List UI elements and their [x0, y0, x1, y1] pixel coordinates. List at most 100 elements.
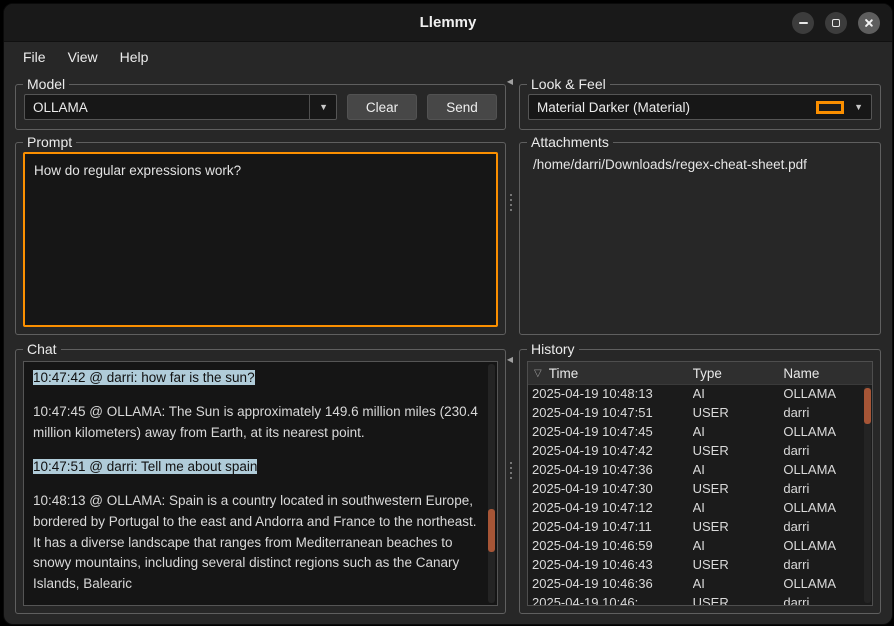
table-cell: 2025-04-19 10:47:42 — [528, 441, 693, 460]
close-button[interactable] — [858, 12, 880, 34]
table-cell: OLLAMA — [783, 422, 864, 441]
menu-item-help[interactable]: Help — [110, 45, 159, 69]
column-header-time[interactable]: ▽ Time — [528, 366, 693, 381]
history-header-row: ▽ Time Type Name — [528, 362, 872, 385]
look-and-feel-groupbox: Look & Feel Material Darker (Material) ▼ — [519, 84, 881, 130]
prompt-group-label: Prompt — [23, 134, 76, 151]
table-cell: darri — [783, 441, 864, 460]
theme-selected-value: Material Darker (Material) — [537, 100, 808, 115]
table-row[interactable]: 2025-04-19 10:46:43USERdarri — [528, 555, 864, 574]
table-cell: OLLAMA — [783, 460, 864, 479]
table-cell: USER — [693, 555, 784, 574]
close-icon — [864, 18, 874, 28]
table-cell: darri — [783, 593, 864, 605]
column-header-type[interactable]: Type — [693, 366, 784, 381]
chat-scrollbar-handle[interactable] — [488, 509, 495, 552]
chevron-down-icon: ▼ — [854, 94, 863, 120]
menu-bar: FileViewHelp — [4, 42, 892, 72]
chat-scrollbar[interactable] — [488, 364, 495, 603]
table-cell: AI — [693, 536, 784, 555]
table-cell: 2025-04-19 10:47:51 — [528, 403, 693, 422]
table-cell: USER — [693, 517, 784, 536]
main-content: Model OLLAMA ▼ Clear Send Look & Feel Ma… — [4, 72, 892, 624]
table-cell: OLLAMA — [783, 574, 864, 593]
table-cell: OLLAMA — [783, 498, 864, 517]
history-scrollbar[interactable] — [864, 386, 871, 603]
table-cell: USER — [693, 593, 784, 605]
table-cell: darri — [783, 517, 864, 536]
table-cell: OLLAMA — [783, 536, 864, 555]
chat-group-label: Chat — [23, 341, 61, 358]
chat-message: 10:47:51 @ darri: Tell me about spain — [33, 457, 481, 478]
table-row[interactable]: 2025-04-19 10:46:USERdarri — [528, 593, 864, 605]
table-cell: AI — [693, 384, 784, 403]
window-title: Llemmy — [420, 14, 477, 31]
prompt-text: How do regular expressions work? — [34, 163, 241, 178]
table-cell: 2025-04-19 10:47:11 — [528, 517, 693, 536]
table-cell: AI — [693, 460, 784, 479]
table-row[interactable]: 2025-04-19 10:46:36AIOLLAMA — [528, 574, 864, 593]
maximize-icon — [832, 19, 840, 27]
table-row[interactable]: 2025-04-19 10:48:13AIOLLAMA — [528, 384, 864, 403]
table-cell: 2025-04-19 10:47:36 — [528, 460, 693, 479]
history-scrollbar-handle[interactable] — [864, 388, 871, 424]
table-cell: darri — [783, 479, 864, 498]
menu-item-view[interactable]: View — [58, 45, 108, 69]
column-header-name[interactable]: Name — [783, 366, 864, 381]
chat-message: 10:47:42 @ darri: how far is the sun? — [33, 368, 481, 389]
prompt-groupbox: Prompt How do regular expressions work? — [15, 142, 506, 335]
splitter-collapse-arrow[interactable]: ◀ — [505, 356, 515, 364]
model-row: OLLAMA ▼ Clear Send — [24, 94, 497, 120]
send-button[interactable]: Send — [427, 94, 497, 120]
column-header-label: Time — [549, 366, 579, 381]
window-controls — [792, 12, 880, 34]
table-cell: AI — [693, 574, 784, 593]
table-row[interactable]: 2025-04-19 10:47:45AIOLLAMA — [528, 422, 864, 441]
chat-message: 10:48:13 @ OLLAMA: Spain is a country lo… — [33, 491, 481, 596]
title-bar[interactable]: Llemmy — [4, 4, 892, 42]
table-cell: OLLAMA — [783, 384, 864, 403]
splitter-collapse-arrow[interactable]: ◀ — [505, 78, 515, 86]
table-cell: USER — [693, 441, 784, 460]
attachments-list[interactable]: /home/darri/Downloads/regex-cheat-sheet.… — [527, 153, 873, 327]
table-row[interactable]: 2025-04-19 10:47:42USERdarri — [528, 441, 864, 460]
menu-item-file[interactable]: File — [13, 45, 56, 69]
table-row[interactable]: 2025-04-19 10:47:11USERdarri — [528, 517, 864, 536]
splitter-grip[interactable] — [508, 192, 514, 213]
history-groupbox: History ▽TimeTypeName 2025-04-19 10:48:1… — [519, 349, 881, 614]
app-window: Llemmy FileViewHelp Model OLLAMA ▼ Clear… — [3, 3, 893, 625]
prompt-input[interactable]: How do regular expressions work? — [23, 152, 498, 327]
table-row[interactable]: 2025-04-19 10:46:59AIOLLAMA — [528, 536, 864, 555]
model-groupbox: Model OLLAMA ▼ Clear Send — [15, 84, 506, 130]
filter-icon[interactable]: ▽ — [534, 368, 542, 379]
minimize-icon — [799, 22, 808, 24]
theme-color-swatch — [816, 101, 844, 114]
table-cell: darri — [783, 403, 864, 422]
table-cell: 2025-04-19 10:46: — [528, 593, 693, 605]
table-cell: 2025-04-19 10:47:12 — [528, 498, 693, 517]
attachment-item[interactable]: /home/darri/Downloads/regex-cheat-sheet.… — [527, 153, 873, 176]
table-row[interactable]: 2025-04-19 10:47:36AIOLLAMA — [528, 460, 864, 479]
model-selected-value: OLLAMA — [33, 100, 300, 115]
maximize-button[interactable] — [825, 12, 847, 34]
table-cell: 2025-04-19 10:46:36 — [528, 574, 693, 593]
chat-output[interactable]: 10:47:42 @ darri: how far is the sun? 10:… — [23, 361, 498, 606]
theme-select[interactable]: Material Darker (Material) ▼ — [528, 94, 872, 120]
table-row[interactable]: 2025-04-19 10:47:51USERdarri — [528, 403, 864, 422]
splitter-grip[interactable] — [508, 460, 514, 481]
look-and-feel-group-label: Look & Feel — [527, 76, 610, 93]
table-cell: darri — [783, 555, 864, 574]
chat-groupbox: Chat 10:47:42 @ darri: how far is the su… — [15, 349, 506, 614]
table-cell: 2025-04-19 10:48:13 — [528, 384, 693, 403]
column-header-label: Type — [693, 366, 722, 381]
model-select[interactable]: OLLAMA ▼ — [24, 94, 337, 120]
table-cell: USER — [693, 479, 784, 498]
chat-message: 10:47:45 @ OLLAMA: The Sun is approximat… — [33, 402, 481, 444]
table-row[interactable]: 2025-04-19 10:47:12AIOLLAMA — [528, 498, 864, 517]
minimize-button[interactable] — [792, 12, 814, 34]
attachments-group-label: Attachments — [527, 134, 613, 151]
table-cell: 2025-04-19 10:47:30 — [528, 479, 693, 498]
look-and-feel-row: Material Darker (Material) ▼ — [528, 94, 872, 120]
table-row[interactable]: 2025-04-19 10:47:30USERdarri — [528, 479, 864, 498]
clear-button[interactable]: Clear — [347, 94, 417, 120]
